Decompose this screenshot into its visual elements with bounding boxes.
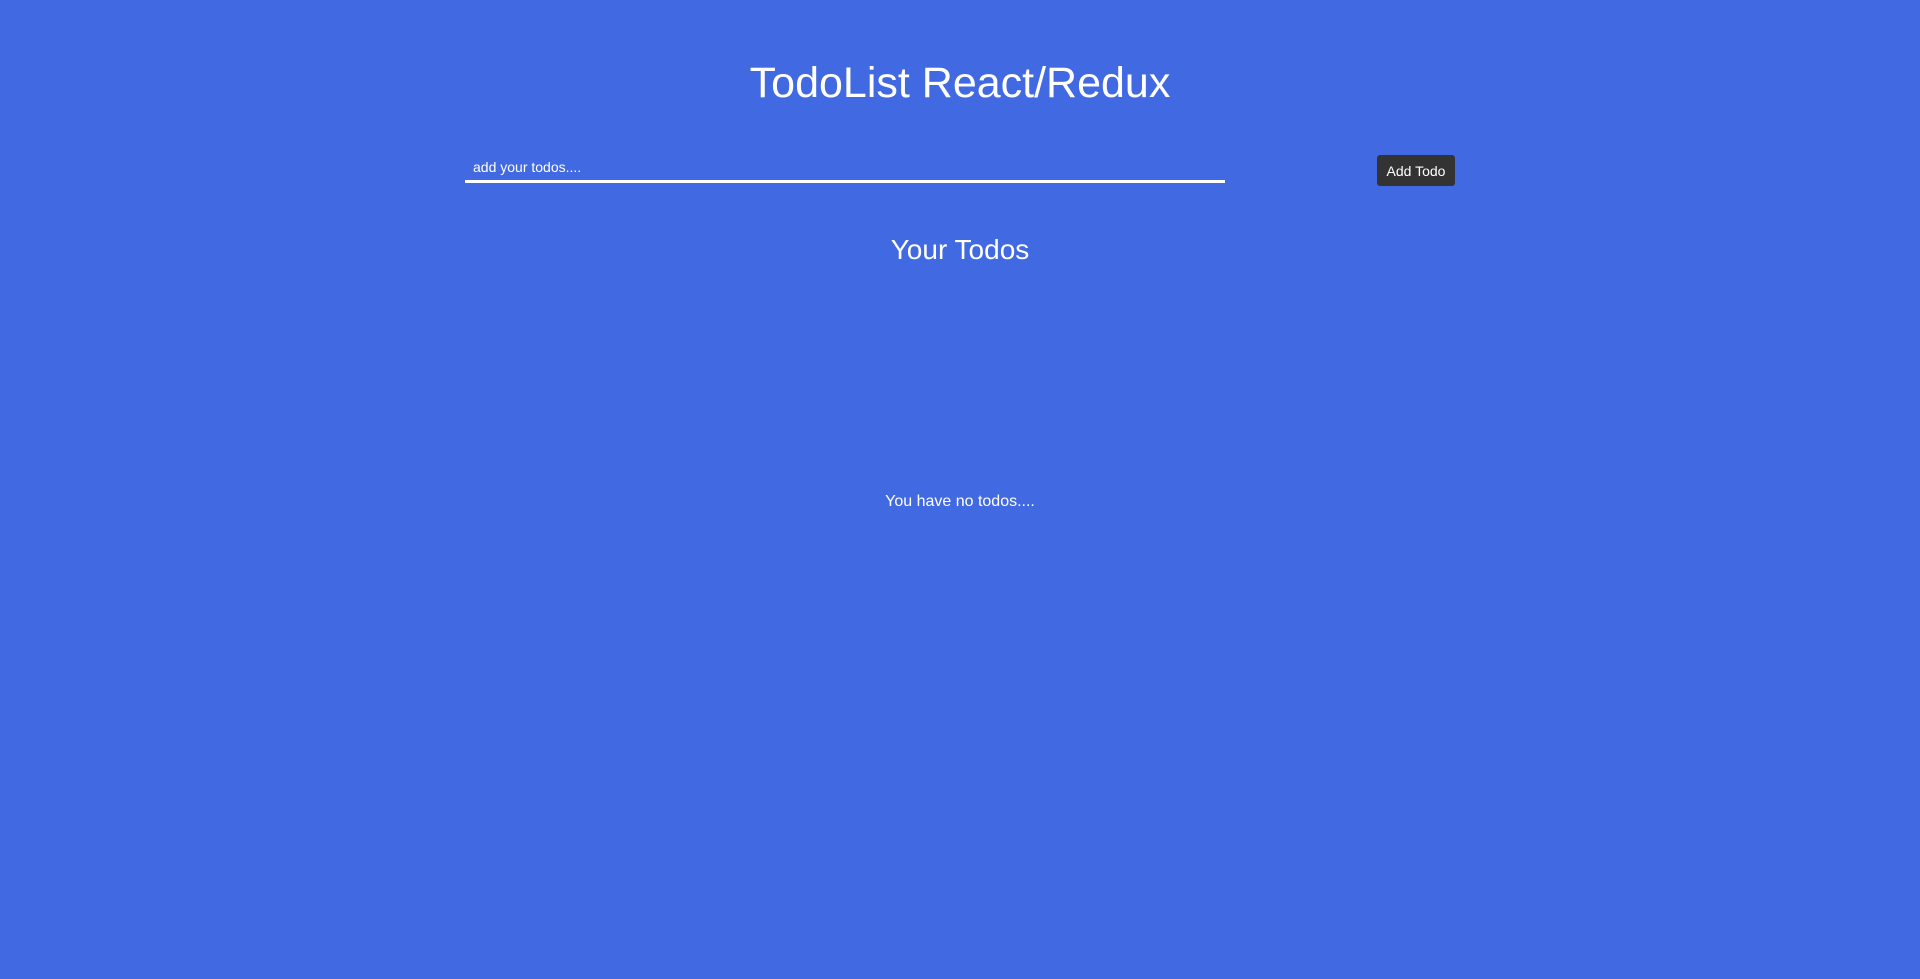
todo-form: Add Todo: [465, 153, 1455, 187]
empty-todos-message: You have no todos....: [885, 493, 1035, 510]
todo-app: TodoList React/Redux Add Todo Your Todos…: [0, 0, 1920, 979]
todos-heading: Your Todos: [890, 234, 1030, 265]
page-title: TodoList React/Redux: [749, 59, 1171, 107]
todo-input[interactable]: [465, 153, 1225, 183]
add-todo-button[interactable]: Add Todo: [1377, 155, 1455, 186]
